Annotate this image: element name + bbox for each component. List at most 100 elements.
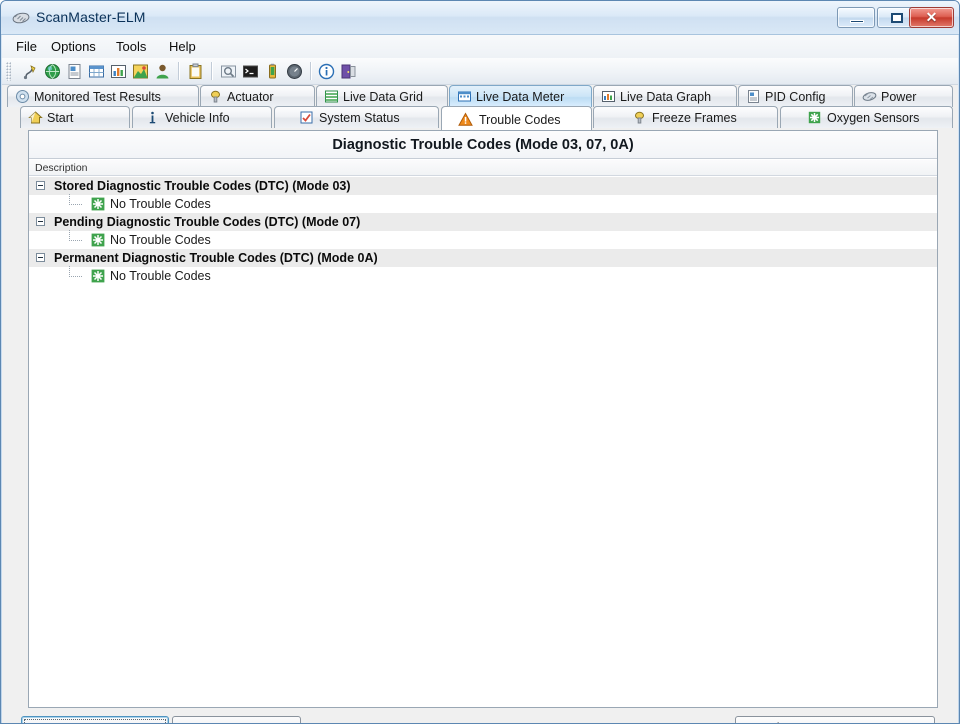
tab-vehicle-info[interactable]: Vehicle Info — [132, 106, 272, 128]
window-title: ScanMaster-ELM — [36, 9, 146, 25]
toolbar-grip[interactable] — [6, 62, 11, 81]
connect-plug-icon[interactable] — [22, 63, 39, 80]
tab-label: PID Config — [765, 90, 826, 104]
terminal-icon[interactable] — [242, 63, 259, 80]
minimize-button[interactable] — [837, 7, 875, 28]
manufacturer-value: Generic — [742, 720, 786, 723]
column-header: Description — [29, 160, 937, 176]
tab-label: Start — [47, 111, 74, 125]
oxygen-green-icon — [808, 111, 821, 124]
meter-grid-icon — [458, 91, 471, 102]
clipboard-icon[interactable] — [187, 63, 204, 80]
tree-child-label: No Trouble Codes — [110, 269, 211, 283]
read-button[interactable]: Read — [21, 716, 169, 723]
tree-group-label: Stored Diagnostic Trouble Codes (DTC) (M… — [54, 179, 351, 193]
globe-icon[interactable] — [44, 63, 61, 80]
tab-label: System Status — [319, 111, 400, 125]
column-header-description: Description — [35, 162, 88, 174]
tab-trouble-codes[interactable]: Trouble Codes — [441, 106, 592, 130]
tree-group-label: Pending Diagnostic Trouble Codes (DTC) (… — [54, 215, 361, 229]
application-window: ScanMaster-ELM ✕ File Options Tools Help — [0, 0, 960, 724]
tab-label: Monitored Test Results — [34, 90, 161, 104]
bar-chart-icon[interactable] — [110, 63, 127, 80]
tab-live-data-grid[interactable]: Live Data Grid — [316, 85, 448, 107]
menu-help[interactable]: Help — [162, 38, 203, 55]
tab-label: Vehicle Info — [165, 111, 230, 125]
tab-live-data-meter[interactable]: Live Data Meter — [449, 85, 592, 107]
tree-child-label: No Trouble Codes — [110, 197, 211, 211]
tab-label: Trouble Codes — [479, 113, 561, 127]
tab-row-top: Monitored Test Results Actuator Live Dat… — [2, 85, 958, 107]
checklist-icon — [300, 111, 313, 124]
focus-ring — [24, 719, 166, 723]
chip-icon — [12, 12, 30, 24]
collapse-icon[interactable] — [36, 253, 45, 262]
report-page-icon[interactable] — [66, 63, 83, 80]
image-chart-icon[interactable] — [132, 63, 149, 80]
trouble-codes-panel: Diagnostic Trouble Codes (Mode 03, 07, 0… — [28, 130, 938, 708]
toolbar-separator — [310, 62, 312, 80]
tab-actuator[interactable]: Actuator — [200, 85, 315, 107]
start-home-icon — [28, 111, 43, 124]
menu-tools[interactable]: Tools — [109, 38, 153, 55]
tab-power[interactable]: Power — [854, 85, 953, 107]
tab-label: Freeze Frames — [652, 111, 737, 125]
gauge-icon[interactable] — [286, 63, 303, 80]
gear-circle-icon — [16, 90, 29, 103]
graph-icon — [602, 91, 615, 102]
menu-file[interactable]: File — [9, 38, 44, 55]
close-button[interactable]: ✕ — [909, 7, 954, 28]
tab-monitored-test-results[interactable]: Monitored Test Results — [7, 85, 199, 107]
search-window-icon[interactable] — [220, 63, 237, 80]
clear-button[interactable]: Clear — [172, 716, 301, 723]
title-bar: ScanMaster-ELM ✕ — [1, 1, 959, 35]
tree-elbow — [69, 194, 82, 205]
tree-group-row[interactable]: Permanent Diagnostic Trouble Codes (DTC)… — [29, 249, 937, 267]
menu-options[interactable]: Options — [44, 38, 103, 55]
tree-child-row[interactable]: No Trouble Codes — [29, 266, 937, 285]
tab-label: Live Data Graph — [620, 90, 712, 104]
tree-group-row[interactable]: Pending Diagnostic Trouble Codes (DTC) (… — [29, 213, 937, 231]
menu-bar: File Options Tools Help — [2, 35, 958, 58]
tree-child-row[interactable]: No Trouble Codes — [29, 230, 937, 249]
tab-oxygen-sensors[interactable]: Oxygen Sensors — [780, 106, 953, 128]
close-icon: ✕ — [925, 9, 938, 25]
tab-pid-config[interactable]: PID Config — [738, 85, 853, 107]
user-icon[interactable] — [154, 63, 171, 80]
green-asterisk-icon — [91, 269, 105, 283]
tree-elbow — [69, 266, 82, 277]
manufacturer-select[interactable]: Generic — [735, 716, 935, 723]
tree-group-label: Permanent Diagnostic Trouble Codes (DTC)… — [54, 251, 378, 265]
data-grid-icon[interactable] — [88, 63, 105, 80]
tab-system-status[interactable]: System Status — [274, 106, 439, 128]
tab-strips: Monitored Test Results Actuator Live Dat… — [2, 85, 958, 130]
tab-freeze-frames[interactable]: Freeze Frames — [593, 106, 778, 128]
collapse-icon[interactable] — [36, 217, 45, 226]
panel-title: Diagnostic Trouble Codes (Mode 03, 07, 0… — [29, 131, 937, 159]
actuator-icon — [211, 90, 220, 103]
battery-icon[interactable] — [264, 63, 281, 80]
tab-row-bottom: Start Vehicle Info System Status Trouble… — [2, 106, 958, 130]
tree-child-row[interactable]: No Trouble Codes — [29, 194, 937, 213]
tab-label: Actuator — [227, 90, 274, 104]
tab-label: Live Data Grid — [343, 90, 423, 104]
freeze-icon — [635, 111, 644, 124]
client-area: File Options Tools Help Monitored Test R… — [2, 35, 958, 723]
bottom-bar: Read Clear Manufacturer Generic — [2, 711, 958, 723]
power-icon — [862, 92, 877, 101]
toolbar — [2, 58, 958, 85]
tree-child-label: No Trouble Codes — [110, 233, 211, 247]
collapse-icon[interactable] — [36, 181, 45, 190]
tab-label: Power — [881, 90, 917, 104]
tab-start[interactable]: Start — [20, 106, 130, 128]
minimize-icon — [850, 20, 864, 23]
info-icon[interactable] — [318, 63, 335, 80]
tab-live-data-graph[interactable]: Live Data Graph — [593, 85, 737, 107]
dtc-tree: Stored Diagnostic Trouble Codes (DTC) (M… — [29, 177, 937, 707]
green-asterisk-icon — [91, 197, 105, 211]
tree-group-row[interactable]: Stored Diagnostic Trouble Codes (DTC) (M… — [29, 177, 937, 195]
exit-door-icon[interactable] — [340, 63, 357, 80]
maximize-icon — [891, 13, 903, 23]
config-page-icon — [748, 90, 759, 103]
tab-label: Live Data Meter — [476, 90, 565, 104]
